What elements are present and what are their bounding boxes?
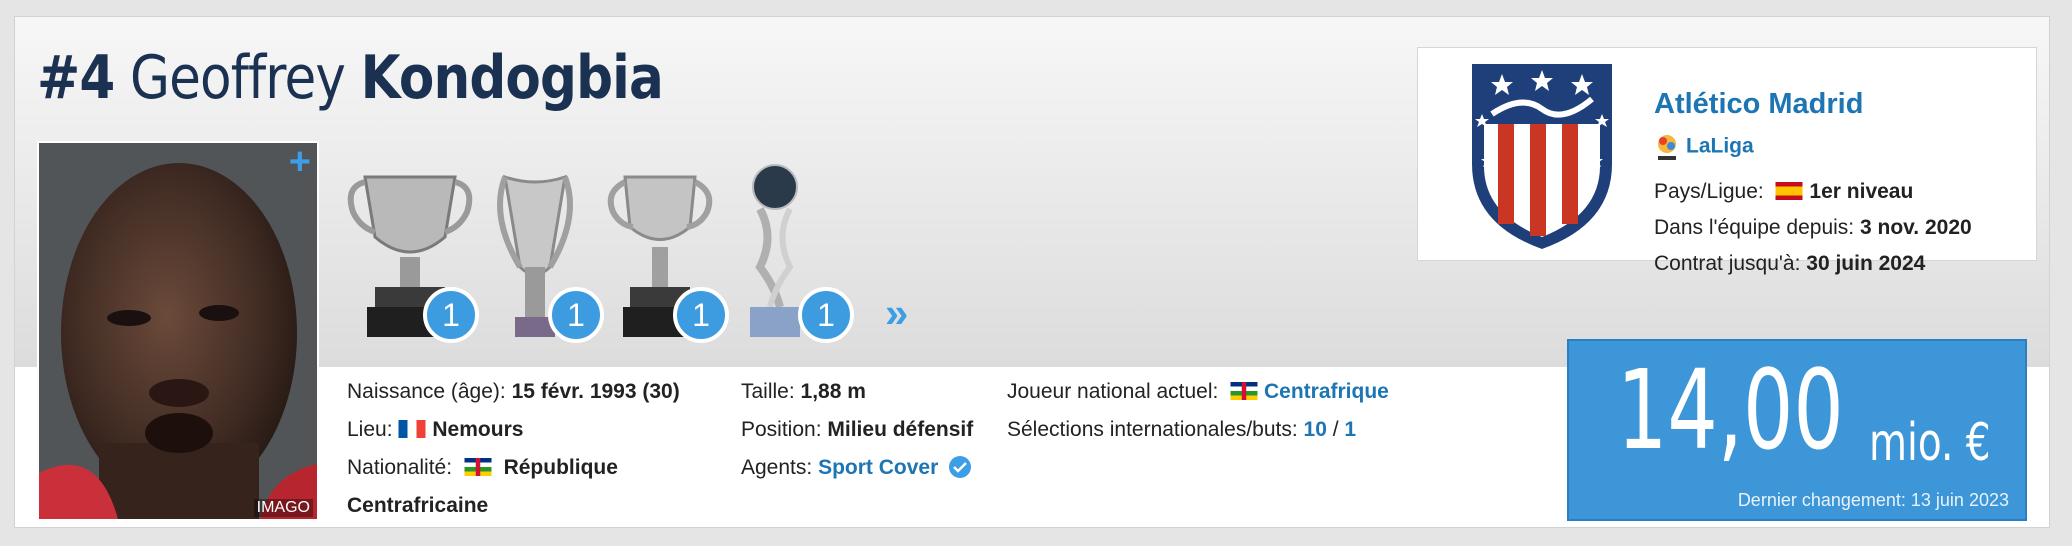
national-team-link[interactable]: Centrafrique xyxy=(1264,380,1389,403)
trophy-count-badge: 1 xyxy=(798,287,854,343)
shirt-number: #4 xyxy=(37,43,115,113)
caps-label: Sélections internationales/buts: xyxy=(1007,418,1298,441)
height-row: Taille: 1,88 m xyxy=(741,373,978,411)
birth-row: Naissance (âge): 15 févr. 1993 (30) xyxy=(347,373,680,411)
trophy-item[interactable]: 1 xyxy=(345,157,479,347)
player-first-name: Geoffrey xyxy=(129,43,346,113)
trophy-item[interactable]: 1 xyxy=(720,157,854,347)
agents-link[interactable]: Sport Cover xyxy=(818,456,938,479)
player-title: #4 Geoffrey Kondogbia xyxy=(37,43,664,113)
laliga-logo-icon xyxy=(1658,135,1676,160)
joined-label: Dans l'équipe depuis: xyxy=(1654,216,1855,239)
country-league-value: 1er niveau xyxy=(1809,180,1914,203)
trophy-item[interactable]: 1 xyxy=(470,157,604,347)
trophy-item[interactable]: 1 xyxy=(595,157,729,347)
player-header-card: #4 Geoffrey Kondogbia + IMAGO 1 1 1 1 » … xyxy=(14,16,2050,528)
photo-gallery-plus-icon[interactable]: + xyxy=(289,143,311,181)
birth-value: 15 févr. 1993 (30) xyxy=(511,380,680,403)
france-flag-icon xyxy=(398,420,426,438)
goals-link[interactable]: 1 xyxy=(1344,418,1356,441)
country-league-row: Pays/Ligue: 1er niveau xyxy=(1654,180,1913,204)
caps-separator: / xyxy=(1332,418,1339,441)
agents-row: Agents: Sport Cover xyxy=(741,449,978,487)
market-value-box[interactable]: 14,00 mio. € Dernier changement: 13 juin… xyxy=(1567,339,2027,521)
position-value: Milieu défensif xyxy=(827,418,974,441)
birthplace-value: Nemours xyxy=(432,418,524,441)
contract-label: Contrat jusqu'à: xyxy=(1654,252,1801,275)
car-flag-icon xyxy=(1230,382,1258,400)
player-info-column-2: Taille: 1,88 m Position: Milieu défensif… xyxy=(741,373,978,487)
nationality-value: République xyxy=(503,456,618,479)
national-player-row: Joueur national actuel: Centrafrique xyxy=(1007,373,1389,411)
contract-row: Contrat jusqu'à: 30 juin 2024 xyxy=(1654,252,1925,276)
verified-check-icon xyxy=(949,456,972,478)
contract-value: 30 juin 2024 xyxy=(1806,252,1926,275)
joined-row: Dans l'équipe depuis: 3 nov. 2020 xyxy=(1654,216,1972,240)
height-label: Taille: xyxy=(741,380,795,403)
atletico-madrid-crest-icon[interactable] xyxy=(1462,54,1622,254)
player-face-image xyxy=(39,143,317,519)
market-value-last-change: Dernier changement: 13 juin 2023 xyxy=(1737,490,2009,510)
player-info-column-1: Naissance (âge): 15 févr. 1993 (30) Lieu… xyxy=(347,373,680,525)
player-info-column-3: Joueur national actuel: Centrafrique Sél… xyxy=(1007,373,1389,449)
birthplace-row: Lieu: Nemours xyxy=(347,411,680,449)
nationality-row-continued: Centrafricaine xyxy=(347,487,680,525)
height-value: 1,88 m xyxy=(800,380,866,403)
league-row: LaLiga xyxy=(1654,132,1754,162)
nationality-value-continued: Centrafricaine xyxy=(347,494,489,517)
club-info-box: Atlético Madrid LaLiga Pays/Ligue: 1er n… xyxy=(1417,47,2037,275)
birthplace-label: Lieu: xyxy=(347,418,393,441)
player-last-name: Kondogbia xyxy=(360,43,664,113)
trophy-list: 1 1 1 1 xyxy=(345,157,945,357)
player-photo[interactable]: + IMAGO xyxy=(37,141,319,521)
league-link[interactable]: LaLiga xyxy=(1686,135,1754,158)
country-league-label: Pays/Ligue: xyxy=(1654,180,1764,203)
market-value-unit: mio. € xyxy=(1869,413,1991,473)
joined-value: 3 nov. 2020 xyxy=(1860,216,1972,239)
nationality-label: Nationalité: xyxy=(347,456,453,479)
nationality-row: Nationalité: République xyxy=(347,449,680,487)
position-row: Position: Milieu défensif xyxy=(741,411,978,449)
market-value-amount: 14,00 xyxy=(1617,346,1844,474)
national-player-label: Joueur national actuel: xyxy=(1007,380,1219,403)
club-name-link[interactable]: Atlético Madrid xyxy=(1654,88,1863,121)
car-flag-icon xyxy=(464,458,492,476)
caps-link[interactable]: 10 xyxy=(1304,418,1327,441)
caps-row: Sélections internationales/buts: 10 / 1 xyxy=(1007,411,1389,449)
spain-flag-icon xyxy=(1775,182,1803,200)
photo-credit: IMAGO xyxy=(253,499,313,517)
agents-label: Agents: xyxy=(741,456,813,479)
birth-label: Naissance (âge): xyxy=(347,380,506,403)
position-label: Position: xyxy=(741,418,822,441)
more-trophies-chevrons-icon[interactable]: » xyxy=(885,289,909,337)
